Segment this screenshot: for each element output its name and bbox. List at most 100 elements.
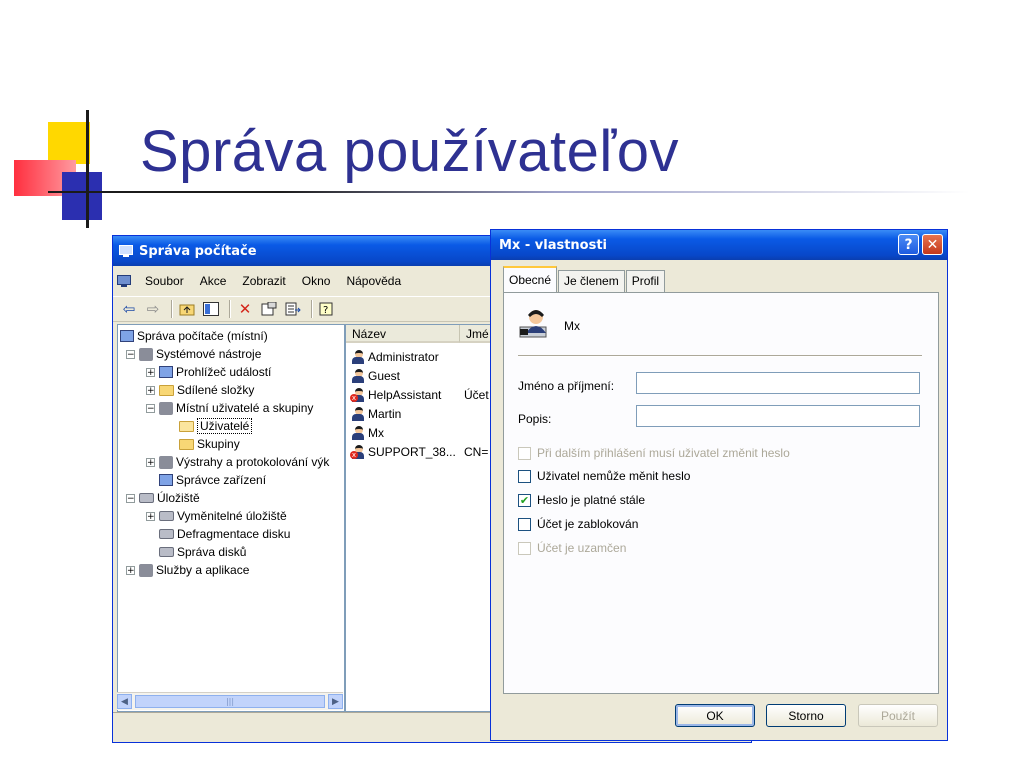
tree-item[interactable]: + Služby a aplikace [126,561,249,579]
user-icon [350,368,366,383]
tree-horizontal-scrollbar[interactable]: ◀ ||| ▶ [117,692,343,710]
storage-icon [139,493,154,503]
collapse-icon[interactable]: − [126,493,135,503]
cancel-button[interactable]: Storno [766,704,846,727]
dialog-close-button[interactable]: ✕ [922,234,943,255]
checkbox[interactable] [518,469,531,483]
user-row[interactable]: Martin [350,404,464,423]
shared-folder-icon [159,384,174,396]
checkbox-checked[interactable]: ✔ [518,493,531,507]
dialog-tabs: Obecné Je členem Profil [503,266,666,293]
menu-napoveda[interactable]: Nápověda [338,274,409,288]
tree-item-label: Výstrahy a protokolování výk [176,455,330,469]
tree-item[interactable]: − Systémové nástroje [126,345,261,363]
user-row[interactable]: x HelpAssistant Účet [350,385,489,404]
svg-text:?: ? [323,305,328,316]
disabled-user-icon: x [350,444,366,459]
slide-decoration-yellow-square [48,122,90,164]
scroll-right-button[interactable]: ▶ [328,694,343,709]
description-label: Popis: [518,412,552,426]
tree-item[interactable]: + Prohlížeč událostí [146,363,271,381]
tree-item[interactable]: Uživatelé [166,417,253,435]
general-tab-panel: Mx Jméno a příjmení: Popis: Při dalším p… [503,292,939,694]
user-row[interactable]: x SUPPORT_38... CN= [350,442,488,461]
apply-button[interactable]: Použít [858,704,938,727]
tab-je-clenem[interactable]: Je členem [558,270,625,292]
option-label: Heslo je platné stále [537,493,646,507]
tree-item[interactable]: Defragmentace disku [146,525,290,543]
up-folder-icon[interactable] [177,299,197,319]
tree-item-label: Správa disků [177,545,247,559]
scroll-left-button[interactable]: ◀ [117,694,132,709]
option-row[interactable]: Uživatel nemůže měnit heslo [518,468,690,484]
tree-item[interactable]: + Sdílené složky [146,381,254,399]
header-separator [518,355,922,357]
user-icon [350,406,366,421]
collapse-icon[interactable]: − [146,403,155,413]
tree-item[interactable]: Skupiny [166,435,240,453]
back-arrow-icon[interactable]: ⇦ [119,299,139,319]
expand-icon[interactable]: + [126,565,135,575]
column-header-nazev[interactable]: Název [346,325,460,343]
show-hide-tree-icon[interactable] [201,299,221,319]
tree-item-label: Prohlížeč událostí [176,365,272,379]
tree-item[interactable]: + Vyměnitelné úložiště [146,507,287,525]
option-row: Účet je uzamčen [518,540,626,556]
option-row[interactable]: ✔ Heslo je platné stále [518,492,645,508]
forward-arrow-icon[interactable]: ⇨ [143,299,163,319]
slide-decoration-vertical-line [86,110,89,228]
option-row: Při dalším přihlášení musí uživatel změn… [518,445,790,461]
tree-item-label: Skupiny [197,437,240,451]
user-name: Mx [368,425,384,440]
user-properties-dialog: Mx - vlastnosti ? ✕ Obecné Je členem Pro… [490,229,948,741]
help-icon[interactable]: ? [317,299,337,319]
menu-okno[interactable]: Okno [294,274,339,288]
delete-icon[interactable]: ✕ [235,299,255,319]
toolbar-separator [311,300,313,318]
user-row[interactable]: Mx [350,423,464,442]
ok-button[interactable]: OK [675,704,755,727]
tree-item-label: Správce zařízení [176,473,267,487]
tree-item-label: Vyměnitelné úložiště [177,509,287,523]
menu-akce[interactable]: Akce [192,274,235,288]
device-manager-icon [159,474,173,486]
tree-item[interactable]: − Místní uživatelé a skupiny [146,399,313,417]
collapse-icon[interactable]: − [126,349,135,359]
option-label: Účet je zablokován [537,517,639,531]
expand-icon[interactable]: + [146,511,155,521]
user-row[interactable]: Administrator [350,347,464,366]
user-name: HelpAssistant [368,387,442,402]
checkbox[interactable] [518,517,531,531]
tree-item[interactable]: Správce zařízení [146,471,266,489]
console-tree: Správa počítače (místní) − Systémové nástr… [117,324,345,712]
properties-icon[interactable] [259,299,279,319]
full-name-field[interactable] [636,372,920,394]
expand-icon[interactable]: + [146,457,155,467]
menu-zobrazit[interactable]: Zobrazit [234,274,293,288]
user-name: Guest [368,368,401,383]
menu-soubor[interactable]: Soubor [137,274,192,288]
tab-profil[interactable]: Profil [625,270,666,292]
tree-item-label: Systémové nástroje [156,347,262,361]
disk-management-icon [159,547,174,557]
mmc-title: Správa počítače [139,243,257,259]
tree-item[interactable]: Správa počítače (místní) [120,327,268,345]
user-row[interactable]: Guest [350,366,464,385]
expand-icon[interactable]: + [146,385,155,395]
option-row[interactable]: Účet je zablokován [518,516,638,532]
export-list-icon[interactable] [283,299,303,319]
dialog-help-button[interactable]: ? [898,234,919,255]
tree-item[interactable]: − Úložiště [126,489,200,507]
computer-management-icon [119,244,133,258]
tree-item[interactable]: + Výstrahy a protokolování výk [146,453,329,471]
tree-item-label: Uživatelé [197,418,253,434]
description-field[interactable] [636,405,920,427]
mmc-system-menu-icon[interactable] [117,274,131,288]
tab-obecne[interactable]: Obecné [503,266,558,293]
expand-icon[interactable]: + [146,367,155,377]
dialog-titlebar[interactable]: Mx - vlastnosti ? ✕ [491,230,947,260]
scroll-thumb[interactable]: ||| [135,695,325,708]
tree-item[interactable]: Správa disků [146,543,246,561]
user-large-icon [518,307,550,339]
services-icon [139,563,153,577]
